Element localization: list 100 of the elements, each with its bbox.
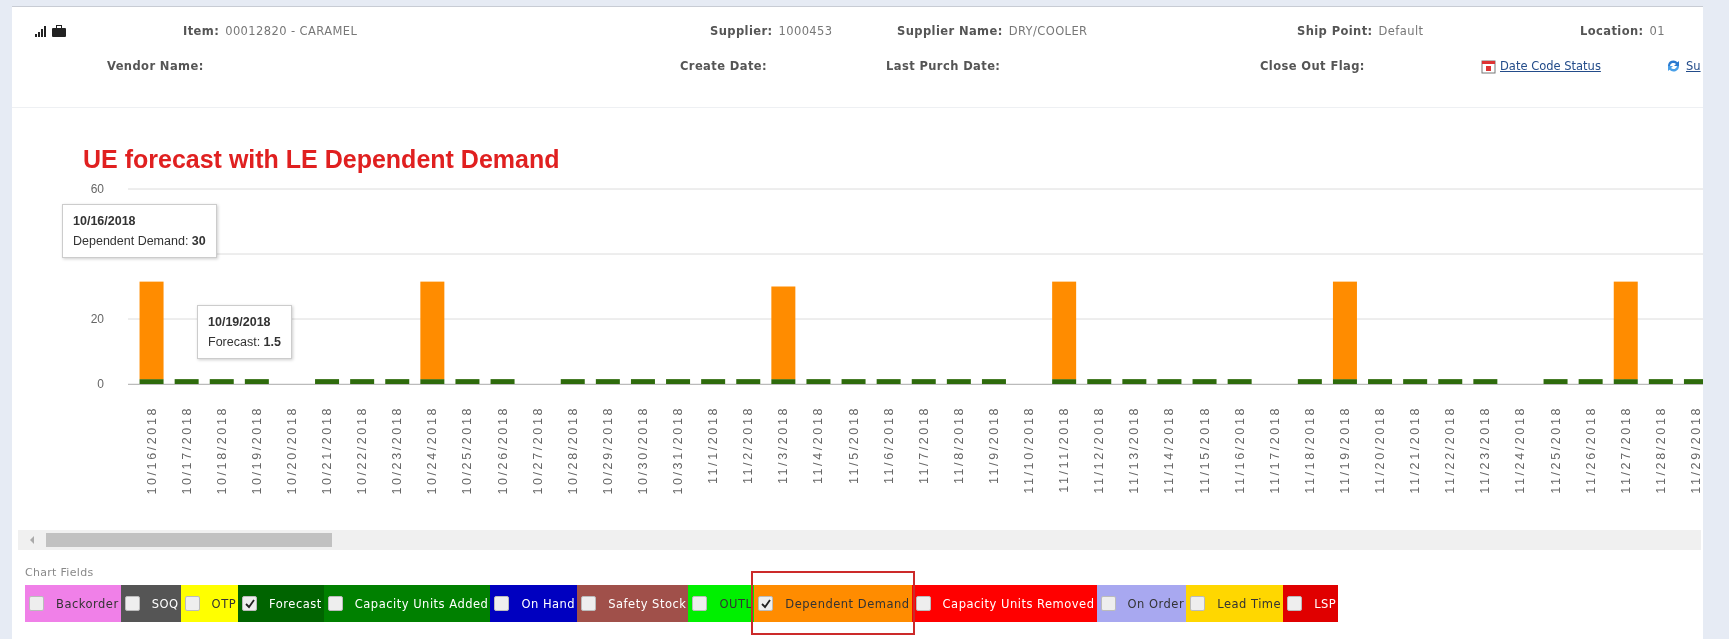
link[interactable]: Date Code Status (1481, 58, 1665, 74)
bar (806, 379, 831, 384)
bar (244, 379, 269, 384)
x-axis-label: 10/27/2018 (530, 406, 545, 495)
field-label: Supplier: (710, 24, 773, 38)
calendar-icon (1481, 58, 1496, 74)
bar (630, 379, 655, 384)
x-axis-label: 10/21/2018 (320, 406, 335, 495)
bar (981, 379, 1006, 384)
bar (490, 379, 515, 384)
x-axis-label: 11/10/2018 (1022, 406, 1037, 494)
checkbox[interactable] (1287, 596, 1303, 611)
x-axis-label: 10/24/2018 (425, 406, 440, 495)
x-axis-label: 10/26/2018 (495, 406, 510, 495)
x-axis-label: 11/8/2018 (951, 406, 966, 485)
legend-item[interactable]: OTP (180, 585, 239, 622)
checkbox[interactable] (184, 596, 200, 611)
bar (666, 379, 691, 384)
x-axis-label: 11/28/2018 (1653, 406, 1668, 494)
bar (1122, 379, 1147, 384)
scrollbar-thumb[interactable] (46, 533, 332, 547)
checkbox[interactable] (494, 596, 510, 611)
x-axis-label: 10/23/2018 (390, 406, 405, 495)
bar (1297, 379, 1322, 384)
x-axis-label: 11/14/2018 (1162, 406, 1177, 494)
y-axis-label: 0 (97, 377, 104, 391)
field-label: Close Out Flag: (1260, 59, 1366, 73)
x-axis-label: 11/22/2018 (1443, 406, 1458, 494)
field-label: Supplier Name: (897, 24, 1003, 38)
field-label: Vendor Name: (107, 59, 205, 73)
field-value: 00012820 - CARAMEL (225, 24, 358, 38)
bar (455, 379, 480, 384)
bar (946, 379, 971, 384)
tooltip-text: Dependent Demand: 30 (73, 233, 206, 250)
field-label: Last Purch Date: (886, 59, 1002, 73)
checkbox[interactable] (327, 596, 343, 611)
field-label: Location: (1580, 24, 1644, 38)
x-axis-label: 10/29/2018 (600, 406, 615, 495)
x-axis-label: 11/19/2018 (1337, 406, 1352, 494)
legend-item[interactable]: SOQ (120, 585, 181, 622)
x-axis-label: 11/26/2018 (1583, 406, 1598, 494)
legend-item[interactable]: OUTL (688, 585, 755, 622)
legend-item[interactable]: Backorder (25, 585, 121, 622)
x-axis-label: 11/9/2018 (986, 406, 1001, 485)
bar (1227, 379, 1252, 384)
bar (1192, 379, 1217, 384)
x-axis-label: 11/16/2018 (1232, 406, 1247, 494)
x-axis-label: 11/23/2018 (1478, 406, 1493, 494)
bar (174, 379, 199, 384)
x-axis-label: 10/18/2018 (214, 406, 229, 495)
field-label: Create Date: (680, 59, 768, 73)
checkbox[interactable] (915, 596, 931, 611)
field-value: 1000453 (778, 24, 833, 38)
checkbox[interactable] (758, 596, 774, 611)
tooltip-date: 10/19/2018 (208, 314, 272, 331)
x-axis-label: 11/5/2018 (846, 406, 861, 485)
checkbox[interactable] (581, 596, 597, 611)
bar (1157, 379, 1182, 384)
legend-item[interactable]: Lead Time (1186, 585, 1284, 622)
legend-item[interactable]: On Hand (490, 585, 578, 622)
bar (911, 379, 936, 384)
x-axis-label: 11/27/2018 (1618, 406, 1633, 494)
legend-item[interactable]: Capacity Units Removed (911, 585, 1097, 622)
x-axis-label: 11/3/2018 (776, 406, 791, 485)
horizontal-scrollbar[interactable] (18, 530, 1701, 550)
bar (876, 379, 901, 384)
bar (1473, 379, 1498, 384)
checkbox[interactable] (242, 596, 258, 611)
tooltip-text: Forecast: 1.5 (208, 334, 281, 351)
bar (209, 379, 234, 384)
x-axis-label: 11/6/2018 (881, 406, 896, 485)
bar (1438, 379, 1463, 384)
legend-item[interactable]: Dependent Demand (754, 585, 912, 622)
x-axis-label: 10/25/2018 (460, 406, 475, 495)
legend-item[interactable]: On Order (1096, 585, 1187, 622)
x-axis-label: 11/18/2018 (1302, 406, 1317, 494)
checkbox[interactable] (1100, 596, 1116, 611)
bar (1683, 379, 1703, 384)
checkbox[interactable] (692, 596, 708, 611)
x-axis-label: 10/28/2018 (565, 406, 580, 495)
bar (1368, 379, 1393, 384)
checkbox[interactable] (29, 596, 44, 611)
x-axis-label: 11/17/2018 (1267, 406, 1282, 494)
legend-item[interactable]: Capacity Units Added (323, 585, 491, 622)
bar (1648, 379, 1673, 384)
x-axis-label: 10/19/2018 (249, 406, 264, 495)
legend-item[interactable]: LSP (1283, 585, 1339, 622)
legend-item[interactable]: Forecast (238, 585, 324, 622)
x-axis-label: 10/31/2018 (671, 406, 686, 495)
checkbox[interactable] (124, 596, 140, 611)
signal-bars-icon[interactable] (35, 25, 47, 37)
briefcase-icon[interactable] (52, 25, 66, 37)
x-axis-label: 11/29/2018 (1688, 406, 1703, 494)
x-axis-label: 11/21/2018 (1408, 406, 1423, 494)
link[interactable]: Su (1665, 58, 1725, 74)
checkbox[interactable] (1190, 596, 1206, 611)
legend-title: Chart Fields (25, 566, 94, 581)
legend-item[interactable]: Safety Stock (577, 585, 689, 622)
bar (315, 379, 340, 384)
x-axis-label: 10/20/2018 (284, 406, 299, 495)
